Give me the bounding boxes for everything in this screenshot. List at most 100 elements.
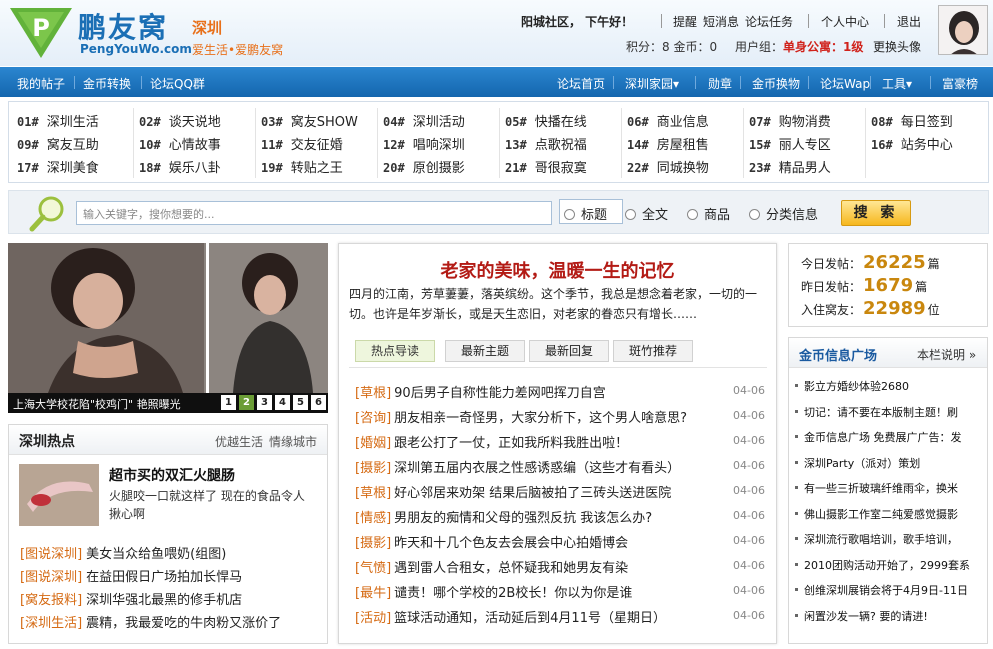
list-item[interactable]: 深圳Party（派对）策划 <box>795 455 983 471</box>
topic-title[interactable]: 跟老公打了一仗，正如我所料我胜出啦！ <box>394 436 628 451</box>
category-tag[interactable]: [咨询] <box>355 411 391 426</box>
slide-page-5[interactable]: 5 <box>293 395 308 410</box>
forum-link[interactable]: 19# 转贴之王 <box>261 157 343 176</box>
logo-icon[interactable]: P <box>10 8 72 58</box>
list-item[interactable]: [深圳生活] 震精，我最爱吃的牛肉粉又涨价了 <box>20 612 281 631</box>
category-tag[interactable]: [图说深圳] <box>20 570 82 585</box>
slide-page-4[interactable]: 4 <box>275 395 290 410</box>
item-title[interactable]: 创维深圳展销会将于4月9日-11日 <box>804 584 968 597</box>
avatar[interactable] <box>938 5 988 55</box>
nav-coin-goods[interactable]: 金币换物 <box>752 75 800 92</box>
nav-my-posts[interactable]: 我的帖子 <box>17 75 65 92</box>
list-item[interactable]: 影立方婚纱体验2680 <box>795 378 983 394</box>
category-tag[interactable]: [摄影] <box>355 536 391 551</box>
list-item[interactable]: 闲置沙发一辆? 要的请进! <box>795 608 983 624</box>
change-avatar-link[interactable]: 更换头像 <box>873 38 921 55</box>
item-title[interactable]: 美女当众给鱼喂奶(组图) <box>86 547 226 562</box>
nav-forum-home[interactable]: 论坛首页 <box>557 75 605 92</box>
list-item[interactable]: 2010团购活动开始了，2999套系 <box>795 557 983 573</box>
item-title[interactable]: 切记：请不要在本版制主题！刷 <box>804 406 958 419</box>
nav-qq-group[interactable]: 论坛QQ群 <box>150 75 205 92</box>
forum-link[interactable]: 11# 交友征婚 <box>261 134 343 153</box>
forum-link[interactable]: 22# 同城换物 <box>627 157 709 176</box>
feature-thumbnail[interactable] <box>19 464 99 526</box>
category-tag[interactable]: [气愤] <box>355 561 391 576</box>
item-title[interactable]: 影立方婚纱体验2680 <box>804 380 909 393</box>
topic-title[interactable]: 昨天和十几个色友去会展会中心拍婚博会 <box>394 536 628 551</box>
forum-link[interactable]: 04# 深圳活动 <box>383 111 465 130</box>
nav-wap[interactable]: 论坛Wap <box>820 75 870 92</box>
city-label[interactable]: 深圳 <box>192 17 222 38</box>
topic-row[interactable]: [气愤] 遇到雷人合租女，总怀疑我和她男友有染 04-06 <box>355 557 765 579</box>
tab-hot-guide[interactable]: 热点导读 <box>355 340 435 362</box>
radio-title[interactable]: 标题 <box>564 204 607 223</box>
panel-title[interactable]: 金币信息广场 <box>799 345 877 364</box>
item-title[interactable]: 金币信息广场 免费展广广告：发 <box>804 431 962 444</box>
topic-title[interactable]: 深圳第五届内衣展之性感诱惑编（这些才有看头） <box>394 461 680 476</box>
topic-row[interactable]: [摄影] 深圳第五届内衣展之性感诱惑编（这些才有看头） 04-06 <box>355 457 765 479</box>
category-tag[interactable]: [草根] <box>355 386 391 401</box>
tab-moderator-picks[interactable]: 斑竹推荐 <box>613 340 693 362</box>
search-input[interactable]: 输入关键字，搜你想要的... <box>76 201 552 225</box>
forum-link[interactable]: 17# 深圳美食 <box>17 157 99 176</box>
topic-title[interactable]: 篮球活动通知，活动延后到4月11号（星期日） <box>394 611 666 626</box>
forum-link[interactable]: 06# 商业信息 <box>627 111 709 130</box>
radio-classified[interactable]: 分类信息 <box>749 204 818 223</box>
item-title[interactable]: 深圳流行歌唱培训，歌手培训， <box>804 533 958 546</box>
slide-page-2[interactable]: 2 <box>239 395 254 410</box>
item-title[interactable]: 佛山摄影工作室二纯爱感觉摄影 <box>804 508 958 521</box>
forum-link[interactable]: 18# 娱乐八卦 <box>139 157 221 176</box>
forum-link[interactable]: 02# 谈天说地 <box>139 111 221 130</box>
topic-title[interactable]: 90后男子自称性能力差网吧挥刀自宫 <box>394 386 606 401</box>
list-item[interactable]: 切记：请不要在本版制主题！刷 <box>795 404 983 420</box>
list-item[interactable]: 创维深圳展销会将于4月9日-11日 <box>795 582 983 598</box>
remind-link[interactable]: 提醒 <box>673 13 697 30</box>
tab-latest-replies[interactable]: 最新回复 <box>529 340 609 362</box>
logo-text[interactable]: 鹏友窝 <box>78 6 168 46</box>
item-title[interactable]: 震精，我最爱吃的牛肉粉又涨价了 <box>86 616 281 631</box>
item-title[interactable]: 有一些三折玻璃纤维雨伞，换米 <box>804 482 958 495</box>
category-tag[interactable]: [最牛] <box>355 586 391 601</box>
forum-link[interactable]: 09# 窝友互助 <box>17 134 99 153</box>
photo-slideshow[interactable]: 上海大学校花陷"校鸡门" 艳照曝光 1 2 3 4 5 6 <box>8 243 328 413</box>
item-title[interactable]: 在益田假日广场拍加长悍马 <box>86 570 242 585</box>
category-tag[interactable]: [婚姻] <box>355 436 391 451</box>
topic-row[interactable]: [草根] 好心邻居来劝架 结果后脑被拍了三砖头送进医院 04-06 <box>355 482 765 504</box>
category-tag[interactable]: [草根] <box>355 486 391 501</box>
list-item[interactable]: 佛山摄影工作室二纯爱感觉摄影 <box>795 506 983 522</box>
forum-link[interactable]: 05# 快播在线 <box>505 111 587 130</box>
item-title[interactable]: 深圳Party（派对）策划 <box>804 457 920 470</box>
forum-link[interactable]: 15# 丽人专区 <box>749 134 831 153</box>
topic-title[interactable]: 遇到雷人合租女，总怀疑我和她男友有染 <box>394 561 628 576</box>
forum-link[interactable]: 16# 站务中心 <box>871 134 953 153</box>
tab-love-city[interactable]: 情缘城市 <box>269 433 317 450</box>
tab-latest-topics[interactable]: 最新主题 <box>445 340 525 362</box>
list-item[interactable]: [图说深圳] 美女当众给鱼喂奶(组图) <box>20 543 226 562</box>
slide-page-3[interactable]: 3 <box>257 395 272 410</box>
category-tag[interactable]: [深圳生活] <box>20 616 82 631</box>
topic-row[interactable]: [最牛] 谴责！哪个学校的2B校长！你以为你是谁 04-06 <box>355 582 765 604</box>
forum-link[interactable]: 14# 房屋租售 <box>627 134 709 153</box>
user-center-link[interactable]: 个人中心 <box>821 13 869 30</box>
logout-link[interactable]: 退出 <box>897 13 921 30</box>
forum-link[interactable]: 07# 购物消费 <box>749 111 831 130</box>
list-item[interactable]: [图说深圳] 在益田假日广场拍加长悍马 <box>20 566 242 585</box>
nav-medals[interactable]: 勋章 <box>708 75 732 92</box>
list-item[interactable]: 金币信息广场 免费展广广告：发 <box>795 429 983 445</box>
nav-rich-list[interactable]: 富豪榜 <box>942 75 978 92</box>
category-tag[interactable]: [图说深圳] <box>20 547 82 562</box>
topic-row[interactable]: [活动] 篮球活动通知，活动延后到4月11号（星期日） 04-06 <box>355 607 765 629</box>
category-tag[interactable]: [活动] <box>355 611 391 626</box>
radio-goods[interactable]: 商品 <box>687 204 730 223</box>
topic-row[interactable]: [婚姻] 跟老公打了一仗，正如我所料我胜出啦！ 04-06 <box>355 432 765 454</box>
nav-coin-exchange[interactable]: 金币转换 <box>83 75 131 92</box>
radio-fulltext[interactable]: 全文 <box>625 204 668 223</box>
feature-title[interactable]: 超市买的双汇火腿肠 <box>109 465 235 485</box>
topic-row[interactable]: [咨询] 朋友相亲一奇怪男，大家分析下，这个男人啥意思? 04-06 <box>355 407 765 429</box>
category-tag[interactable]: [情感] <box>355 511 391 526</box>
topic-title[interactable]: 好心邻居来劝架 结果后脑被拍了三砖头送进医院 <box>394 486 671 501</box>
topic-row[interactable]: [情感] 男朋友的痴情和父母的强烈反抗 我该怎么办? 04-06 <box>355 507 765 529</box>
topic-title[interactable]: 男朋友的痴情和父母的强烈反抗 我该怎么办? <box>394 511 652 526</box>
forum-link[interactable]: 23# 精品男人 <box>749 157 831 176</box>
slide-page-6[interactable]: 6 <box>311 395 326 410</box>
